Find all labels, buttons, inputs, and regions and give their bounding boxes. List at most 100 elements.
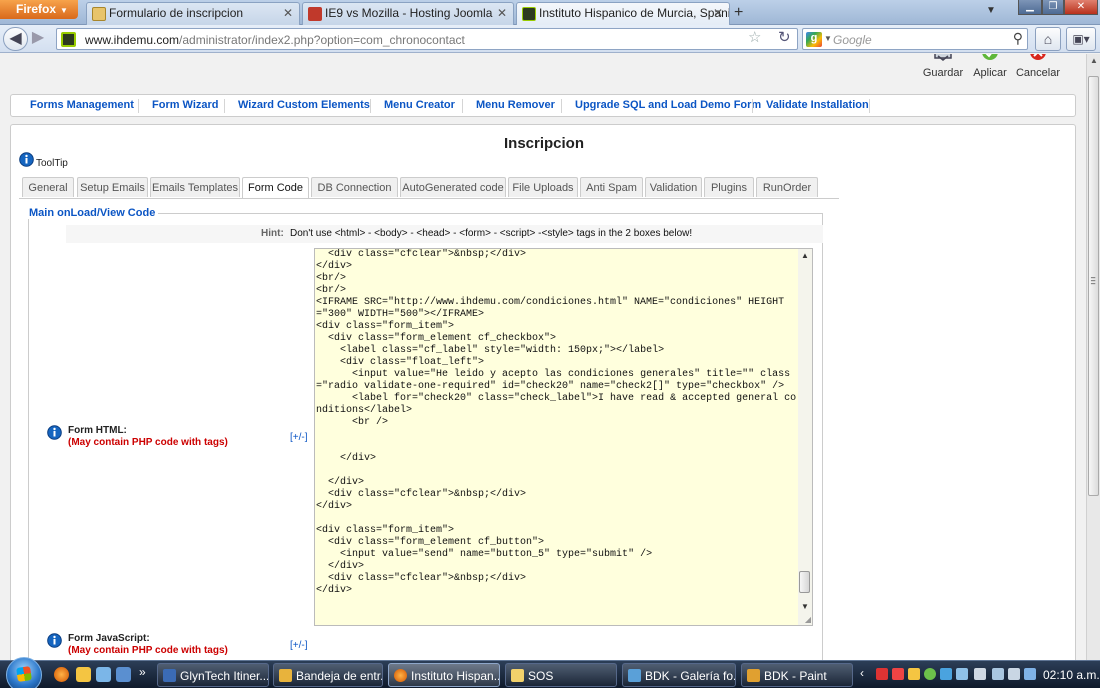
site-identity-icon — [61, 32, 76, 47]
submenu-menu-remover[interactable]: Menu Remover — [476, 99, 555, 111]
scroll-thumb[interactable] — [799, 571, 810, 593]
scroll-up-icon[interactable]: ▲ — [1090, 56, 1098, 65]
volume-icon[interactable] — [1008, 668, 1020, 680]
bookmarks-icon: ▣▾ — [1072, 32, 1090, 46]
search-bar[interactable]: g ▼ Google ⚲ — [802, 28, 1028, 50]
form-html-toggle-link[interactable]: [+/-] — [290, 432, 308, 443]
submenu-validate-installation[interactable]: Validate Installation — [766, 99, 869, 111]
tab-db-connection[interactable]: DB Connection — [311, 177, 398, 197]
resize-grip-icon[interactable]: ◢ — [805, 615, 811, 624]
close-icon[interactable]: ✕ — [713, 6, 723, 20]
tab-file-uploads[interactable]: File Uploads — [508, 177, 578, 197]
save-label: Guardar — [922, 67, 964, 79]
home-icon: ⌂ — [1043, 31, 1053, 47]
tab-anti-spam[interactable]: Anti Spam — [580, 177, 643, 197]
clock[interactable]: 02:10 a.m. — [1043, 668, 1100, 682]
taskbar-item-paint[interactable]: BDK - Paint — [741, 663, 853, 687]
info-icon[interactable] — [47, 425, 62, 440]
form-javascript-toggle-link[interactable]: [+/-] — [290, 640, 308, 651]
info-icon[interactable] — [47, 633, 62, 648]
cancel-button[interactable]: Cancelar — [1008, 54, 1068, 79]
reload-icon[interactable]: ↻ — [778, 28, 791, 46]
cancel-icon — [1030, 54, 1046, 60]
forward-button[interactable]: ▶ — [29, 27, 47, 51]
submenu-form-wizard[interactable]: Form Wizard — [152, 99, 219, 111]
taskbar-item-instituto[interactable]: Instituto Hispan... — [388, 663, 500, 687]
google-icon[interactable]: g — [806, 32, 822, 47]
tab-form-code[interactable]: Form Code — [242, 177, 309, 198]
field-name: Form JavaScript: — [68, 633, 150, 644]
close-window-button[interactable]: ✕ — [1064, 0, 1098, 15]
tray-pdf-icon[interactable] — [876, 668, 888, 680]
quicklaunch-more-icon[interactable]: » — [139, 665, 146, 679]
paint-icon — [747, 669, 760, 682]
tab-setup-emails[interactable]: Setup Emails — [77, 177, 148, 197]
minimize-window-button[interactable]: ▁ — [1018, 0, 1042, 15]
taskbar-item-bandeja[interactable]: Bandeja de entr... — [273, 663, 383, 687]
tray-flag-icon[interactable] — [974, 668, 986, 680]
windows-taskbar: » GlynTech Itiner... Bandeja de entr... … — [0, 657, 1100, 688]
browser-tab-formulario[interactable]: Formulario de inscripcion ✕ — [86, 2, 300, 25]
taskbar-item-glyntech[interactable]: GlynTech Itiner... — [157, 663, 269, 687]
network-icon[interactable] — [992, 668, 1004, 680]
submenu-wizard-custom-elements[interactable]: Wizard Custom Elements — [238, 99, 370, 111]
tray-sync-icon[interactable] — [940, 668, 952, 680]
firefox-icon — [394, 669, 407, 682]
maximize-window-button[interactable]: ❐ — [1042, 0, 1064, 15]
tab-emails-templates[interactable]: Emails Templates — [150, 177, 240, 197]
explorer-quicklaunch-icon[interactable] — [76, 667, 91, 682]
tray-misc-icon[interactable] — [1024, 668, 1036, 680]
word-icon — [163, 669, 176, 682]
tab-runorder[interactable]: RunOrder — [756, 177, 818, 197]
bookmark-star-icon[interactable]: ☆ — [748, 28, 761, 46]
scroll-up-icon[interactable]: ▲ — [801, 251, 809, 260]
firefox-menu-button[interactable]: Firefox ▼ — [0, 0, 78, 19]
section-title: Main onLoad/View Code — [26, 207, 159, 219]
tab-plugins[interactable]: Plugins — [704, 177, 754, 197]
taskbar-item-label: Instituto Hispan... — [411, 669, 500, 683]
new-tab-button[interactable]: + — [734, 4, 743, 22]
url-bar[interactable]: www.ihdemu.com/administrator/index2.php?… — [56, 28, 798, 50]
tab-autogenerated-code[interactable]: AutoGenerated code — [400, 177, 506, 197]
close-icon[interactable]: ✕ — [497, 6, 507, 20]
browser-tab-ie9[interactable]: IE9 vs Mozilla - Hosting Joomla ✕ — [302, 2, 514, 25]
tab-validation[interactable]: Validation — [645, 177, 702, 197]
form-html-code[interactable]: </label> <div class="cfclear">&nbsp;</di… — [316, 249, 798, 597]
tray-antivirus-icon[interactable] — [892, 668, 904, 680]
windows-logo-icon — [16, 666, 32, 682]
url-text[interactable]: www.ihdemu.com/administrator/index2.php?… — [85, 33, 465, 47]
chevron-down-icon: ▼ — [60, 6, 68, 15]
browser-tab-bar: Firefox ▼ Formulario de inscripcion ✕ IE9… — [0, 0, 1100, 25]
show-desktop-icon[interactable] — [116, 667, 131, 682]
submenu-upgrade-sql[interactable]: Upgrade SQL and Load Demo Form — [575, 99, 761, 111]
taskbar-item-galeria[interactable]: BDK - Galería fo... — [622, 663, 736, 687]
tab-general[interactable]: General — [22, 177, 74, 197]
home-button[interactable]: ⌂ — [1035, 27, 1061, 51]
start-button[interactable] — [6, 657, 42, 688]
scroll-thumb[interactable]: ━ ━ ━ — [1088, 76, 1099, 496]
close-icon[interactable]: ✕ — [283, 6, 293, 20]
taskbar-item-sos[interactable]: SOS — [505, 663, 617, 687]
magnifier-icon[interactable]: ⚲ — [1013, 30, 1023, 47]
tray-security-icon[interactable] — [924, 668, 936, 680]
textarea-scrollbar[interactable]: ▲ ▼ — [798, 249, 812, 625]
tray-update-icon[interactable] — [908, 668, 920, 680]
tab-list-chevron-icon[interactable]: ▼ — [986, 5, 996, 16]
bookmarks-menu-button[interactable]: ▣▾ — [1066, 27, 1096, 51]
info-icon[interactable] — [19, 152, 34, 167]
browser-tab-instituto[interactable]: Instituto Hispanico de Murcia, Spanis...… — [516, 2, 730, 25]
firefox-quicklaunch-icon[interactable] — [54, 667, 69, 682]
media-quicklaunch-icon[interactable] — [96, 667, 111, 682]
search-input[interactable]: Google — [833, 33, 872, 47]
page-scrollbar[interactable]: ▲ ━ ━ ━ — [1086, 54, 1100, 660]
tray-device-icon[interactable] — [956, 668, 968, 680]
submenu-forms-management[interactable]: Forms Management — [30, 99, 134, 111]
component-submenu: Forms Management Form Wizard Wizard Cust… — [10, 94, 1076, 117]
form-html-textarea[interactable]: </label> <div class="cfclear">&nbsp;</di… — [314, 248, 813, 626]
submenu-menu-creator[interactable]: Menu Creator — [384, 99, 455, 111]
scroll-down-icon[interactable]: ▼ — [801, 602, 809, 611]
check-icon — [982, 54, 998, 60]
tray-expand-icon[interactable]: ‹ — [860, 666, 864, 680]
gallery-icon — [628, 669, 641, 682]
back-button[interactable]: ◀ — [3, 27, 28, 51]
